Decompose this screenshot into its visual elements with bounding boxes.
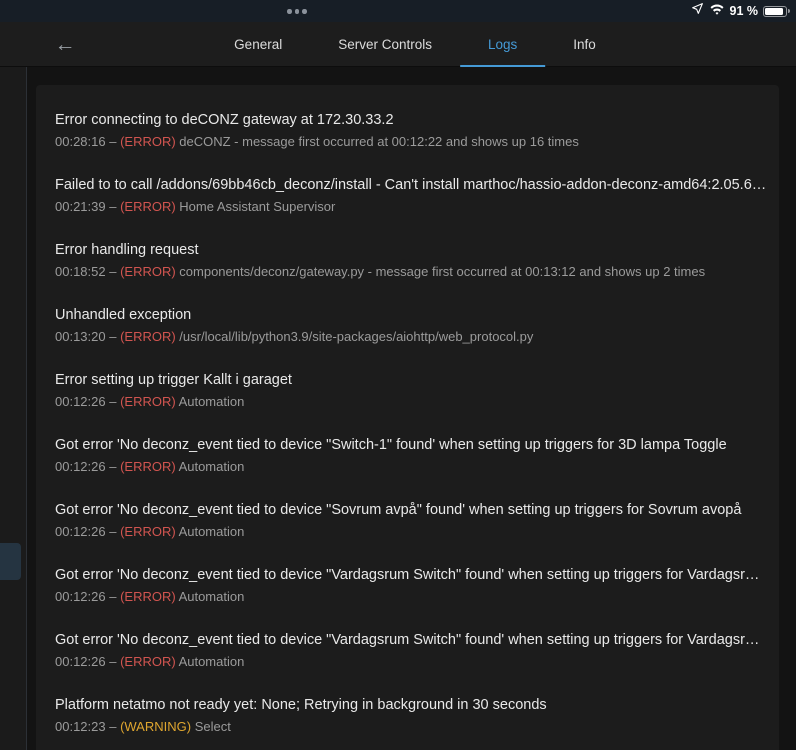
- log-entry[interactable]: Failed to to call /addons/69bb46cb_decon…: [55, 176, 767, 216]
- log-entry-meta: 00:18:52 – (ERROR) components/deconz/gat…: [55, 263, 767, 281]
- battery-percent-label: 91 %: [729, 4, 759, 18]
- log-entry-level: (ERROR): [120, 199, 176, 214]
- location-icon: [691, 2, 704, 20]
- app-toolbar: ← General Server Controls Logs Info: [0, 22, 796, 68]
- log-entry-level: (ERROR): [120, 264, 176, 279]
- log-entry-source: Automation: [175, 394, 245, 409]
- log-entry[interactable]: Got error 'No deconz_event tied to devic…: [55, 436, 767, 476]
- log-entry-meta: 00:28:16 – (ERROR) deCONZ - message firs…: [55, 133, 767, 151]
- log-entry-time: 00:21:39 –: [55, 199, 121, 214]
- sidebar-edge: [0, 67, 27, 750]
- log-entry-title: Failed to to call /addons/69bb46cb_decon…: [55, 177, 767, 193]
- log-entry[interactable]: Error connecting to deCONZ gateway at 17…: [55, 111, 767, 151]
- sidebar-active-item-sliver[interactable]: [0, 543, 21, 580]
- log-entry-title: Got error 'No deconz_event tied to devic…: [55, 502, 742, 518]
- log-entry-time: 00:12:26 –: [55, 394, 121, 409]
- tab-info[interactable]: Info: [545, 22, 624, 67]
- battery-nub: [787, 9, 790, 13]
- tab-bar: General Server Controls Logs Info: [206, 22, 624, 68]
- status-bar-right: 91 %: [691, 0, 790, 22]
- log-entry-meta: 00:21:39 – (ERROR) Home Assistant Superv…: [55, 198, 767, 216]
- battery-icon: [763, 5, 790, 17]
- log-entry-level: (ERROR): [120, 329, 176, 344]
- log-entry-time: 00:12:26 –: [55, 654, 121, 669]
- log-entry-level: (ERROR): [120, 524, 176, 539]
- log-entry-source: deCONZ - message first occurred at 00:12…: [175, 134, 579, 149]
- status-bar: 91 %: [0, 0, 796, 22]
- log-entry[interactable]: Got error 'No deconz_event tied to devic…: [55, 566, 767, 606]
- log-entry-level: (ERROR): [120, 134, 176, 149]
- log-entry[interactable]: Got error 'No deconz_event tied to devic…: [55, 631, 767, 671]
- log-entry-time: 00:13:20 –: [55, 329, 121, 344]
- log-entry-source: Automation: [175, 589, 245, 604]
- log-entry[interactable]: Unhandled exception 00:13:20 – (ERROR) /u…: [55, 306, 767, 346]
- log-entry-time: 00:12:23 –: [55, 719, 121, 734]
- log-entry-source: Automation: [175, 654, 245, 669]
- log-entry-title: Error handling request: [55, 242, 199, 258]
- log-list: Error connecting to deCONZ gateway at 17…: [55, 111, 767, 736]
- log-entry-source: Automation: [175, 459, 245, 474]
- multitask-indicator-icon[interactable]: [287, 9, 307, 14]
- back-arrow-icon: ←: [54, 32, 76, 56]
- log-entry-title: Got error 'No deconz_event tied to devic…: [55, 567, 767, 583]
- log-entry-title: Unhandled exception: [55, 307, 192, 323]
- log-entry[interactable]: Platform netatmo not ready yet: None; Re…: [55, 696, 767, 736]
- log-entry-meta: 00:12:23 – (WARNING) Select: [55, 718, 767, 736]
- tab-logs[interactable]: Logs: [460, 22, 546, 68]
- back-button[interactable]: ←: [46, 22, 84, 67]
- log-entry-meta: 00:12:26 – (ERROR) Automation: [55, 458, 767, 476]
- log-entry-time: 00:18:52 –: [55, 264, 121, 279]
- log-entry-level: (ERROR): [120, 394, 176, 409]
- log-entry-title: Error setting up trigger Kallt i garaget: [55, 372, 292, 388]
- log-entry-level: (ERROR): [120, 459, 176, 474]
- log-entry[interactable]: Error setting up trigger Kallt i garaget…: [55, 371, 767, 411]
- log-entry-meta: 00:12:26 – (ERROR) Automation: [55, 588, 767, 606]
- tab-server-controls[interactable]: Server Controls: [310, 22, 460, 67]
- log-entry-title: Got error 'No deconz_event tied to devic…: [55, 437, 727, 453]
- battery-fill: [765, 7, 784, 15]
- log-entry[interactable]: Got error 'No deconz_event tied to devic…: [55, 501, 767, 541]
- log-card: Error connecting to deCONZ gateway at 17…: [36, 85, 779, 750]
- log-entry-meta: 00:13:20 – (ERROR) /usr/local/lib/python…: [55, 328, 767, 346]
- log-entry-source: /usr/local/lib/python3.9/site-packages/a…: [175, 329, 534, 344]
- log-entry-time: 00:12:26 –: [55, 589, 121, 604]
- log-entry-meta: 00:12:26 – (ERROR) Automation: [55, 393, 767, 411]
- log-entry-time: 00:12:26 –: [55, 524, 121, 539]
- log-entry-time: 00:28:16 –: [55, 134, 121, 149]
- log-entry-meta: 00:12:26 – (ERROR) Automation: [55, 523, 767, 541]
- log-entry-source: Home Assistant Supervisor: [175, 199, 336, 214]
- log-entry-meta: 00:12:26 – (ERROR) Automation: [55, 653, 767, 671]
- log-entry-level: (ERROR): [120, 654, 176, 669]
- log-entry-source: Automation: [175, 524, 245, 539]
- tab-general[interactable]: General: [206, 22, 310, 67]
- content-area: Error connecting to deCONZ gateway at 17…: [0, 67, 796, 750]
- log-entry-title: Got error 'No deconz_event tied to devic…: [55, 632, 767, 648]
- log-entry-level: (WARNING): [120, 719, 192, 734]
- log-entry-time: 00:12:26 –: [55, 459, 121, 474]
- log-entry-source: Select: [191, 719, 231, 734]
- wifi-icon: [709, 2, 725, 20]
- log-entry[interactable]: Error handling request 00:18:52 – (ERROR)…: [55, 241, 767, 281]
- log-entry-title: Platform netatmo not ready yet: None; Re…: [55, 697, 547, 713]
- log-entry-level: (ERROR): [120, 589, 176, 604]
- log-entry-title: Error connecting to deCONZ gateway at 17…: [55, 112, 394, 128]
- log-entry-source: components/deconz/gateway.py - message f…: [175, 264, 706, 279]
